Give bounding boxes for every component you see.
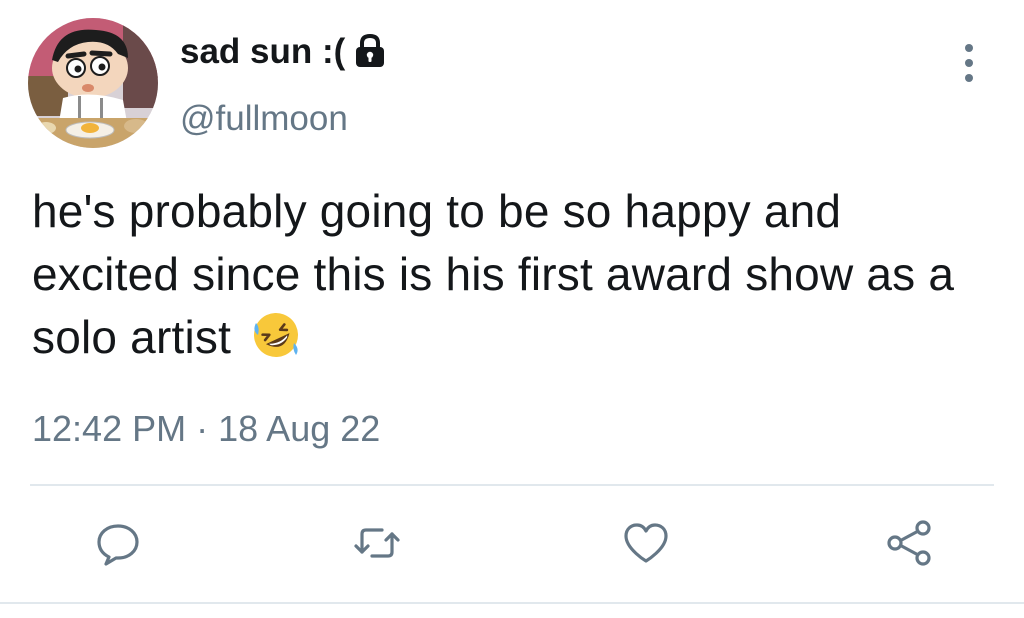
avatar[interactable] xyxy=(28,18,158,148)
tweet-date: 18 Aug 22 xyxy=(218,408,381,449)
name-row: sad sun :( xyxy=(180,33,387,69)
divider xyxy=(30,484,994,486)
like-button[interactable] xyxy=(621,518,671,568)
divider xyxy=(0,602,1024,604)
share-button[interactable] xyxy=(884,518,934,568)
like-icon xyxy=(624,523,668,563)
rolling-on-floor-laughing-emoji xyxy=(250,309,302,361)
lock-icon xyxy=(353,33,387,69)
user-handle[interactable]: @fullmoon xyxy=(180,101,348,136)
tweet-timestamp[interactable]: 12:42 PM · 18 Aug 22 xyxy=(32,411,380,447)
meta-separator: · xyxy=(196,408,209,449)
display-name[interactable]: sad sun :( xyxy=(180,34,345,69)
tweet-time: 12:42 PM xyxy=(32,408,187,449)
cartoon-boy-avatar-image xyxy=(28,18,158,148)
retweet-button[interactable] xyxy=(352,518,402,568)
retweet-icon xyxy=(354,528,400,558)
reply-button[interactable] xyxy=(93,518,143,568)
more-options-icon[interactable] xyxy=(957,42,981,84)
reply-icon xyxy=(97,524,139,566)
share-icon xyxy=(887,520,931,566)
tweet-body: he's probably going to be so happy and e… xyxy=(32,185,955,363)
tweet-text: he's probably going to be so happy and e… xyxy=(32,180,992,369)
tweet-card: sad sun :( @fullmoon he's probably going… xyxy=(0,0,1024,618)
